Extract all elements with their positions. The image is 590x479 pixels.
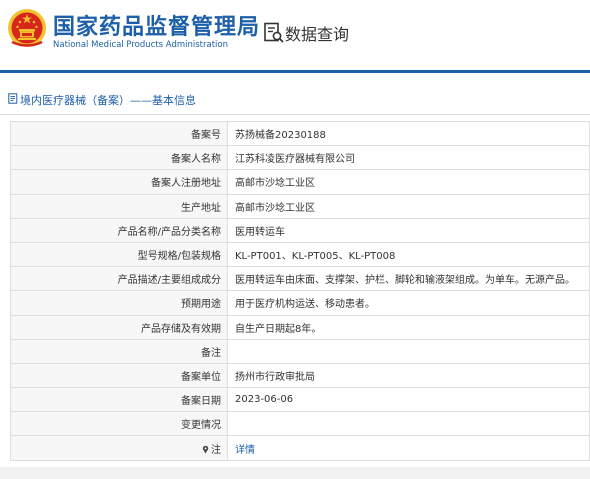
table-row: 产品存储及有效期 自生产日期起8年。 [10,314,590,340]
field-value-note: 详情 [227,435,590,461]
field-value-remarks [227,338,590,364]
field-value-registrant-address: 高邮市沙埝工业区 [227,169,590,195]
table-row: 备案日期 2023-06-06 [10,387,590,413]
field-label-registration-no: 备案号 [10,120,228,147]
table-row: 预期用途 用于医疗机构运送、移动患者。 [10,290,590,316]
table-row: 产品名称/产品分类名称 医用转运车 [10,217,590,243]
table-row: 变更情况 [10,411,590,437]
table-row: 备注 [10,338,590,364]
site-header: 国家药品监督管理局 National Medical Products Admi… [0,0,590,72]
field-value-model-spec: KL-PT001、KL-PT005、KL-PT008 [227,241,590,268]
field-value-change-status [227,411,590,437]
field-value-filing-date: 2023-06-06 [227,387,590,413]
field-label-change-status: 变更情况 [10,411,228,437]
note-label-text: 注 [211,444,221,456]
search-document-icon[interactable] [263,22,285,44]
table-row: 备案人注册地址 高邮市沙埝工业区 [10,169,590,195]
table-row: 型号规格/包装规格 KL-PT001、KL-PT005、KL-PT008 [10,241,590,268]
field-value-storage-validity: 自生产日期起8年。 [227,314,590,340]
field-label-filing-date: 备案日期 [10,387,228,413]
field-value-filing-unit: 扬州市行政审批局 [227,362,590,389]
field-label-remarks: 备注 [10,338,228,364]
field-label-model-spec: 型号规格/包装规格 [10,241,228,268]
field-label-note: 注 [10,435,228,461]
table-row: 备案号 苏扬械备20230188 [10,120,590,147]
field-value-production-address: 高邮市沙埝工业区 [227,193,590,219]
breadcrumb: 境内医疗器械（备案）——基本信息 [20,94,196,107]
pin-icon [202,445,209,454]
field-value-registration-no: 苏扬械备20230188 [227,120,590,147]
field-label-intended-use: 预期用途 [10,290,228,316]
table-row: 备案单位 扬州市行政审批局 [10,362,590,389]
field-label-product-description: 产品描述/主要组成成分 [10,266,228,292]
document-icon [8,93,18,104]
data-query-link[interactable]: 数据查询 [285,21,349,45]
site-title: 国家药品监督管理局 [53,15,261,40]
national-emblem-icon [8,9,46,47]
details-link[interactable]: 详情 [235,445,255,456]
table-row: 生产地址 高邮市沙埝工业区 [10,193,590,219]
site-title-english: National Medical Products Administration [53,40,228,50]
field-label-registrant-address: 备案人注册地址 [10,169,228,195]
field-value-product-description: 医用转运车由床面、支撑架、护栏、脚轮和输液架组成。为单车。无源产品。 [227,266,590,292]
field-label-registrant-name: 备案人名称 [10,145,228,171]
field-value-intended-use: 用于医疗机构运送、移动患者。 [227,290,590,316]
field-label-product-name: 产品名称/产品分类名称 [10,217,228,243]
field-label-filing-unit: 备案单位 [10,362,228,389]
record-table: 备案号 苏扬械备20230188 备案人名称 江苏科凌医疗器械有限公司 备案人注… [10,120,590,461]
table-row: 产品描述/主要组成成分 医用转运车由床面、支撑架、护栏、脚轮和输液架组成。为单车… [10,266,590,292]
table-row: 注 详情 [10,435,590,461]
field-value-product-name: 医用转运车 [227,217,590,243]
field-value-registrant-name: 江苏科凌医疗器械有限公司 [227,145,590,171]
field-label-storage-validity: 产品存储及有效期 [10,314,228,340]
table-row: 备案人名称 江苏科凌医疗器械有限公司 [10,145,590,171]
field-label-production-address: 生产地址 [10,193,228,219]
